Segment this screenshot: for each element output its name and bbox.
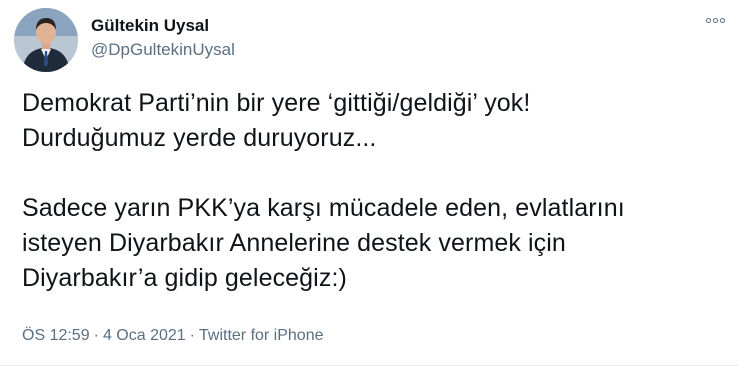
dot-icon bbox=[719, 17, 725, 23]
meta-separator: · bbox=[189, 327, 195, 344]
tweet-line: Demokrat Parti’nin bir yere ‘gittiği/gel… bbox=[22, 89, 531, 117]
tweet-header: Gültekin Uysal @DpGultekinUysal bbox=[14, 8, 235, 72]
meta-separator: · bbox=[93, 327, 99, 344]
more-options-icon[interactable] bbox=[703, 8, 727, 32]
tweet-line: Durduğumuz yerde duruyoruz... bbox=[22, 124, 377, 152]
author-names: Gültekin Uysal @DpGultekinUysal bbox=[91, 15, 235, 61]
tweet-line: isteyen Diyarbakır Annelerine destek ver… bbox=[22, 229, 566, 257]
tweet-date[interactable]: 4 Oca 2021 bbox=[103, 327, 186, 344]
tweet-meta: ÖS 12:59 · 4 Oca 2021 · Twitter for iPhone bbox=[22, 325, 324, 347]
display-name[interactable]: Gültekin Uysal bbox=[91, 15, 235, 37]
tweet-card: Gültekin Uysal @DpGultekinUysal Demokrat… bbox=[0, 0, 739, 366]
tweet-line: Diyarbakır’a gidip geleceğiz:) bbox=[22, 264, 347, 292]
tweet-source[interactable]: Twitter for iPhone bbox=[199, 327, 324, 344]
avatar-photo bbox=[14, 8, 78, 72]
dot-icon bbox=[712, 17, 718, 23]
tweet-text: Demokrat Parti’nin bir yere ‘gittiği/gel… bbox=[22, 86, 722, 296]
tweet-line: Sadece yarın PKK’ya karşı mücadele eden,… bbox=[22, 194, 625, 222]
user-handle[interactable]: @DpGultekinUysal bbox=[91, 39, 235, 61]
avatar[interactable] bbox=[14, 8, 78, 72]
dot-icon bbox=[705, 17, 711, 23]
tweet-time[interactable]: ÖS 12:59 bbox=[22, 327, 90, 344]
